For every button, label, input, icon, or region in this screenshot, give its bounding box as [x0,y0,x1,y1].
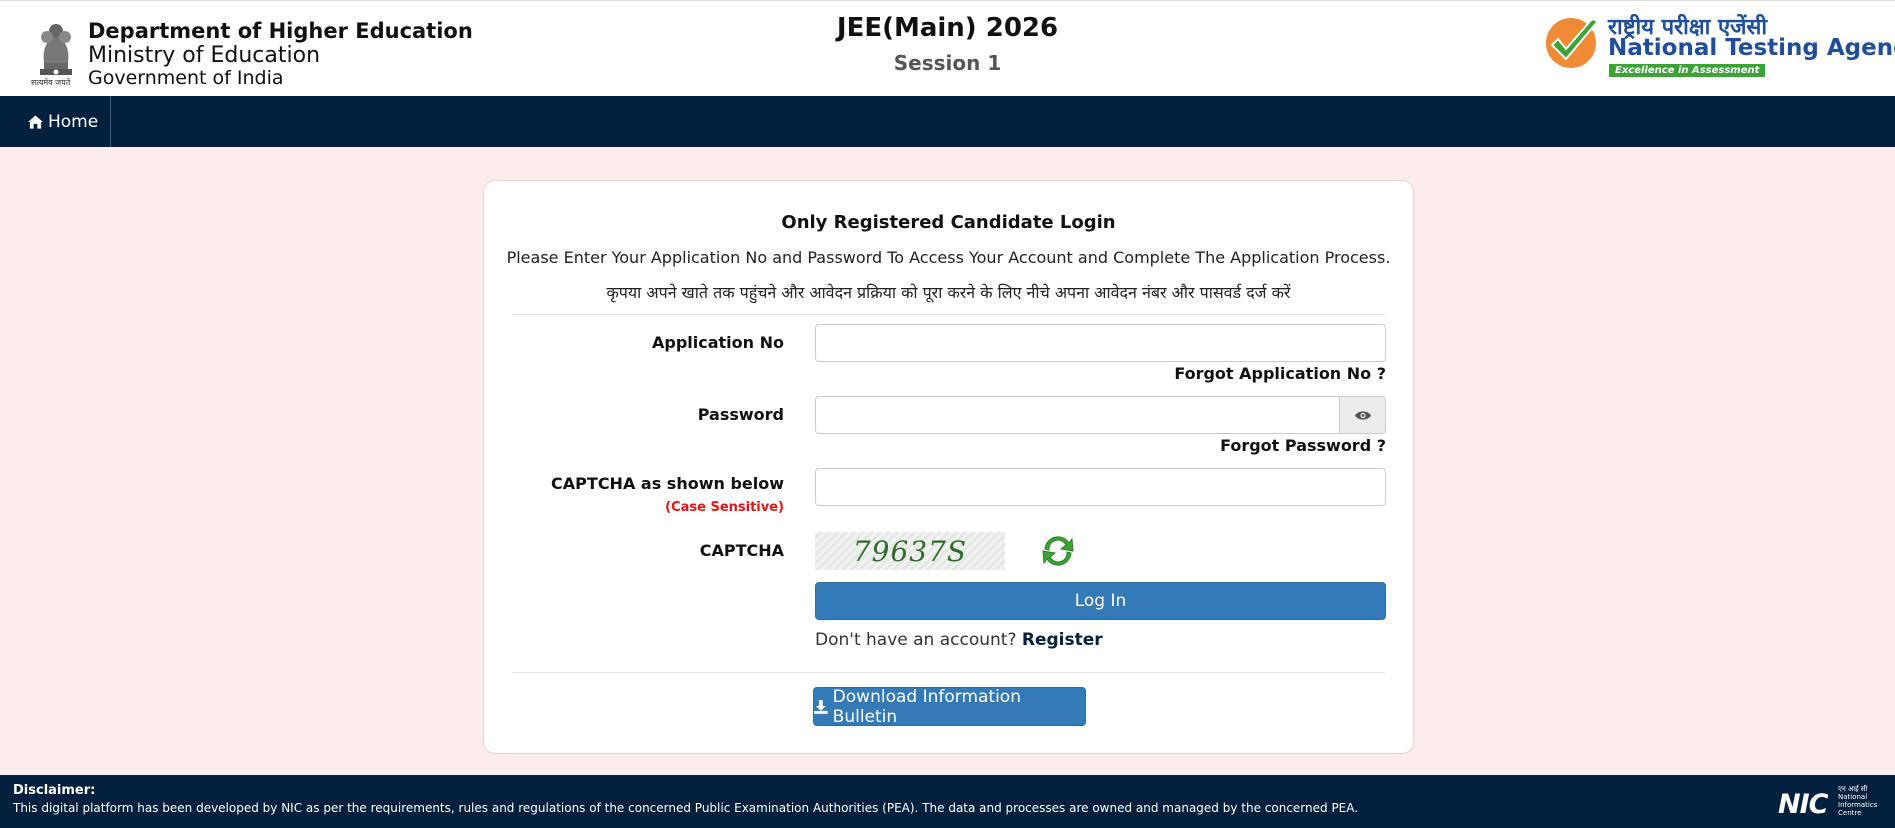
login-button[interactable]: Log In [815,582,1386,620]
application-no-label: Application No [651,333,784,352]
password-input[interactable] [815,396,1340,434]
application-no-input[interactable] [815,324,1386,362]
register-prompt: Don't have an account? Register [815,630,1103,650]
nic-name: एन आई सी National Informatics Centre [1838,785,1877,817]
no-account-text: Don't have an account? [815,630,1017,650]
download-bulletin-button[interactable]: Download Information Bulletin [813,686,1086,727]
nic-mark: NIC [1778,789,1828,820]
nav-home-link[interactable]: Home [0,96,112,147]
site-footer: Disclaimer: This digital platform has be… [0,775,1895,828]
disclaimer-title: Disclaimer: [13,783,96,798]
divider [512,314,1385,315]
nic-line2: Informatics [1838,801,1878,809]
nta-logo-icon [1546,17,1600,68]
toggle-password-visibility-button[interactable] [1340,396,1386,434]
login-instructions-hindi: कृपया अपने खाते तक पहुंचने और आवेदन प्रक… [606,283,1291,302]
eye-icon [1354,410,1371,420]
nic-line1: National [1838,793,1868,801]
captcha-input-label: CAPTCHA as shown below (Case Sensitive) [524,473,784,519]
captcha-text: 79637S [852,534,968,568]
download-icon [814,699,828,714]
nic-line3: Centre [1838,809,1862,817]
captcha-input-label-text: CAPTCHA as shown below [551,474,784,493]
case-sensitive-note: (Case Sensitive) [665,500,784,515]
main-navbar: Home [0,96,1895,147]
disclaimer-text: This digital platform has been developed… [13,801,1359,815]
nta-logo: राष्ट्रीय परीक्षा एजेंसी National Testin… [1544,11,1895,81]
download-bulletin-label: Download Information Bulletin [832,686,1021,727]
forgot-password-link[interactable]: Forgot Password ? [1220,436,1386,455]
login-card: Only Registered Candidate Login Please E… [483,180,1414,754]
password-label: Password [697,405,784,424]
captcha-label: CAPTCHA [699,541,784,560]
nta-english-name: National Testing Agency [1608,35,1895,61]
login-title: Only Registered Candidate Login [781,212,1116,233]
login-instructions: Please Enter Your Application No and Pas… [506,248,1391,267]
register-link[interactable]: Register [1022,630,1103,650]
captcha-image: 79637S [815,532,1005,570]
refresh-icon[interactable] [1039,532,1077,570]
nav-home-label: Home [48,111,99,132]
nic-logo: NIC एन आई सी National Informatics Centre [1778,783,1882,821]
nta-tagline: Excellence in Assessment [1609,64,1766,77]
nic-hindi: एन आई सी [1838,785,1868,793]
site-header: सत्यमेव जयते Department of Higher Educat… [0,0,1895,96]
emblem-caption: सत्यमेव जयते [31,78,71,87]
home-icon [28,114,43,129]
captcha-input[interactable] [815,468,1386,506]
divider [512,672,1385,673]
forgot-application-no-link[interactable]: Forgot Application No ? [1174,364,1386,383]
